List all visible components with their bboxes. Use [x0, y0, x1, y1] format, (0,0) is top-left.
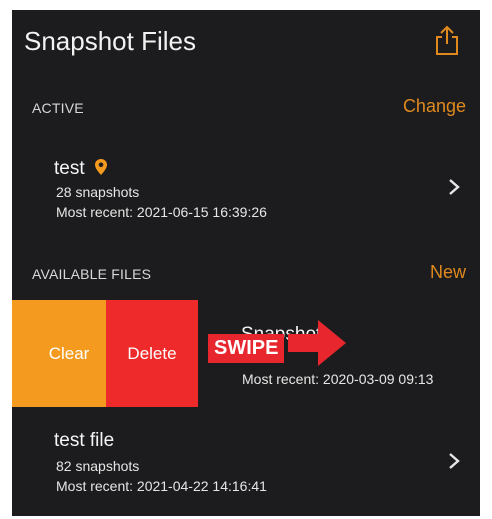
swiped-file-recent: Most recent: 2020-03-09 09:13 [242, 371, 434, 387]
active-file-row[interactable]: test 28 snapshots Most recent: 2021-06-1… [12, 134, 480, 246]
chevron-right-icon [449, 453, 460, 469]
clear-button[interactable]: Clear [12, 300, 106, 407]
section-label-available: AVAILABLE FILES [32, 266, 152, 282]
share-icon[interactable] [434, 24, 460, 56]
active-file-count: 28 snapshots [56, 184, 140, 200]
location-pin-icon [94, 159, 107, 175]
other-file-name: test file [54, 430, 115, 451]
nav-header: Snapshot Files [12, 10, 480, 80]
change-button[interactable]: Change [403, 96, 466, 117]
active-file-recent: Most recent: 2021-06-15 16:39:26 [56, 204, 267, 220]
active-file-name: test [54, 158, 108, 180]
swipe-annotation-label: SWIPE [208, 334, 285, 363]
new-button[interactable]: New [430, 262, 466, 283]
section-label-active: ACTIVE [32, 100, 84, 116]
other-file-count: 82 snapshots [56, 458, 140, 474]
page-title: Snapshot Files [24, 26, 196, 56]
other-file-row[interactable]: test file 82 snapshots Most recent: 2021… [12, 412, 480, 516]
delete-button[interactable]: Delete [106, 300, 198, 407]
snapshot-files-screen: Snapshot Files ACTIVE Change test 28 sna… [12, 10, 480, 516]
chevron-right-icon [449, 179, 460, 195]
other-file-recent: Most recent: 2021-04-22 14:16:41 [56, 478, 267, 494]
swipe-arrow-icon [288, 320, 346, 366]
